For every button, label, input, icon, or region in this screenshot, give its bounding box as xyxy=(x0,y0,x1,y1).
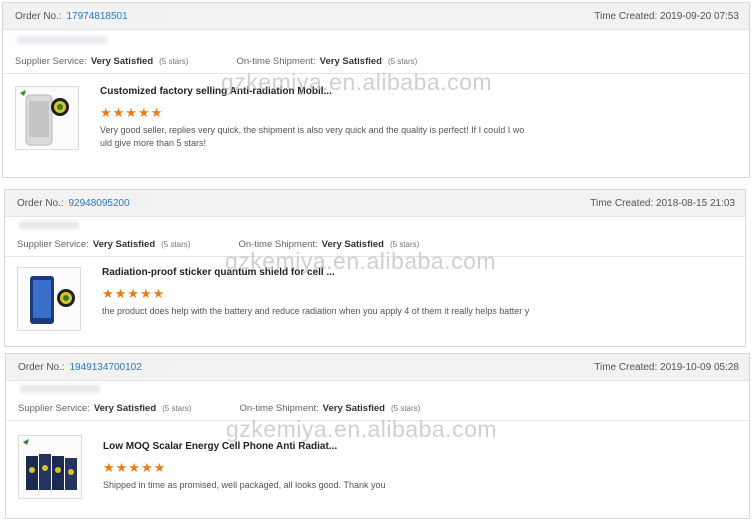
shipment-rating: Very Satisfied xyxy=(321,239,384,250)
review-body: Customized factory selling Anti-radiatio… xyxy=(3,74,749,152)
buyer-row xyxy=(6,381,749,397)
product-title-link[interactable]: Customized factory selling Anti-radiatio… xyxy=(100,86,332,97)
shipment-stars: (5 stars) xyxy=(387,57,418,66)
supplier-service-rating: Very Satisfied xyxy=(92,239,156,250)
shipment-rating: Very Satisfied xyxy=(319,56,382,67)
supplier-service-stars: (5 stars) xyxy=(162,404,192,413)
time-created-label: Time Created: xyxy=(594,10,658,22)
product-thumbnail[interactable] xyxy=(17,267,81,331)
order-number-link[interactable]: 92948095200 xyxy=(68,198,129,209)
order-card: Order No.: 1949134700102 Time Created: 2… xyxy=(5,353,750,519)
time-created-value: 2018-08-15 21:03 xyxy=(656,197,735,209)
order-no-label: Order No.: xyxy=(15,10,62,22)
shipment-stars: (5 stars) xyxy=(390,404,421,413)
rating-stars: ★★★★★ xyxy=(100,105,164,120)
time-created-value: 2019-09-20 07:53 xyxy=(660,10,739,22)
redacted-buyer xyxy=(20,385,100,393)
order-no-label: Order No.: xyxy=(18,361,65,373)
buyer-row xyxy=(3,30,749,50)
redacted-mask xyxy=(132,198,153,208)
supplier-service-label: Supplier Service: xyxy=(17,239,89,250)
order-number-link[interactable]: 1949134700102 xyxy=(69,362,141,373)
supplier-service-rating: Very Satisfied xyxy=(90,56,154,67)
rating-stars: ★★★★★ xyxy=(102,286,166,301)
shipment-rating: Very Satisfied xyxy=(322,403,385,414)
redacted-mask xyxy=(144,362,169,372)
order-card: Order No.: 17974818501 Time Created: 201… xyxy=(2,2,750,178)
sticker-pack-image xyxy=(19,436,81,498)
time-created-label: Time Created: xyxy=(590,197,654,209)
product-thumbnail[interactable] xyxy=(18,435,82,499)
order-header: Order No.: 92948095200 Time Created: 201… xyxy=(5,190,745,217)
phone-sticker-image xyxy=(18,268,80,330)
product-thumbnail[interactable] xyxy=(15,86,79,150)
supplier-service-stars: (5 stars) xyxy=(159,57,189,66)
shipment-label: On-time Shipment: xyxy=(236,56,316,67)
order-card: Order No.: 92948095200 Time Created: 201… xyxy=(4,189,746,347)
product-title-link[interactable]: Radiation-proof sticker quantum shield f… xyxy=(102,267,335,278)
supplier-service-label: Supplier Service: xyxy=(18,403,90,414)
redacted-mask xyxy=(130,11,167,21)
review-body: Radiation-proof sticker quantum shield f… xyxy=(5,257,745,335)
shipment-stars: (5 stars) xyxy=(389,240,420,249)
order-header: Order No.: 1949134700102 Time Created: 2… xyxy=(6,354,749,381)
review-text: Shipped in time as promised, well packag… xyxy=(103,480,386,490)
supplier-service-label: Supplier Service: xyxy=(15,56,87,67)
time-created-label: Time Created: xyxy=(594,361,658,373)
order-header: Order No.: 17974818501 Time Created: 201… xyxy=(3,3,749,30)
product-title-link[interactable]: Low MOQ Scalar Energy Cell Phone Anti Ra… xyxy=(103,441,337,452)
redacted-buyer xyxy=(19,221,79,229)
supplier-service-stars: (5 stars) xyxy=(161,240,191,249)
phone-sticker-image xyxy=(16,87,78,149)
shipment-label: On-time Shipment: xyxy=(238,239,318,250)
buyer-row xyxy=(5,217,745,233)
review-text: the product does help with the battery a… xyxy=(102,306,530,316)
order-number-link[interactable]: 17974818501 xyxy=(66,11,127,22)
rating-stars: ★★★★★ xyxy=(103,460,167,475)
service-ratings: Supplier Service: Very Satisfied (5 star… xyxy=(6,397,749,421)
service-ratings: Supplier Service: Very Satisfied (5 star… xyxy=(3,50,749,74)
supplier-service-rating: Very Satisfied xyxy=(93,403,157,414)
redacted-buyer xyxy=(17,36,107,44)
shipment-label: On-time Shipment: xyxy=(239,403,319,414)
review-body: Low MOQ Scalar Energy Cell Phone Anti Ra… xyxy=(6,421,749,499)
review-text: Very good seller, replies very quick, th… xyxy=(100,125,525,148)
time-created-value: 2019-10-09 05:28 xyxy=(660,361,739,373)
service-ratings: Supplier Service: Very Satisfied (5 star… xyxy=(5,233,745,257)
order-no-label: Order No.: xyxy=(17,197,64,209)
